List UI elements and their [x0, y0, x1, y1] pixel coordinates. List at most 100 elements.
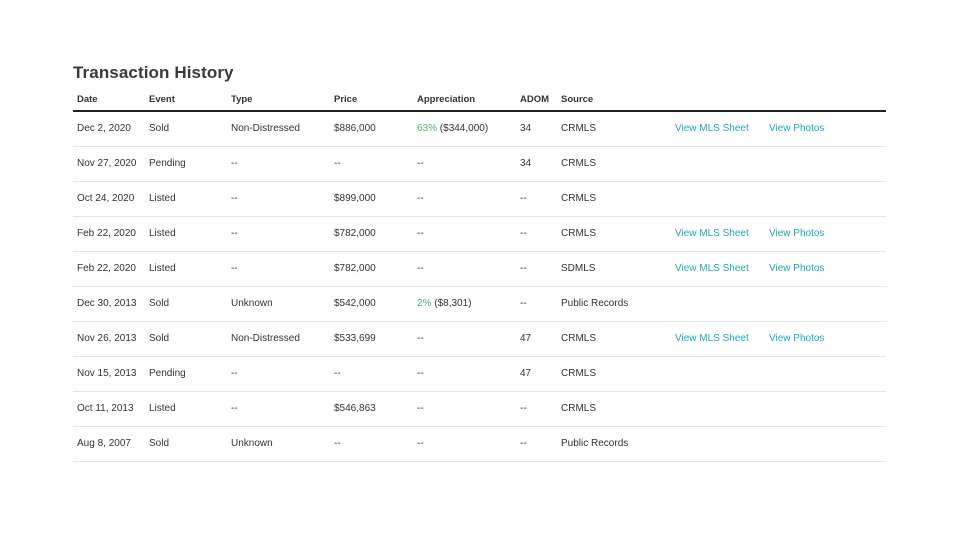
cell-date: Nov 27, 2020: [77, 158, 137, 169]
appreciation-amount: --: [417, 158, 424, 169]
view-photos-link[interactable]: View Photos: [769, 217, 824, 251]
cell-source: CRMLS: [561, 123, 597, 134]
appreciation-amount: --: [417, 263, 424, 274]
view-mls-sheet-link[interactable]: View MLS Sheet: [675, 322, 749, 356]
cell-adom: --: [520, 193, 527, 204]
cell-adom: --: [520, 403, 527, 414]
column-header-event[interactable]: Event: [149, 94, 175, 105]
appreciation-amount: ($8,301): [434, 298, 472, 309]
cell-price: $886,000: [334, 123, 376, 134]
appreciation-amount: ($344,000): [439, 123, 489, 134]
cell-source: Public Records: [561, 438, 629, 449]
cell-price: --: [334, 438, 341, 449]
cell-adom: 47: [520, 333, 532, 344]
cell-source: CRMLS: [561, 368, 597, 379]
cell-type: --: [231, 368, 238, 379]
cell-adom: --: [520, 438, 527, 449]
cell-event: Listed: [149, 263, 176, 274]
cell-source: SDMLS: [561, 263, 596, 274]
cell-appreciation: --: [417, 217, 424, 251]
table-row: Dec 30, 2013 Sold Unknown $542,000 2% ($…: [73, 287, 886, 322]
cell-date: Dec 2, 2020: [77, 123, 131, 134]
view-photos-link[interactable]: View Photos: [769, 112, 824, 146]
column-header-appreciation[interactable]: Appreciation: [417, 94, 475, 105]
column-header-adom[interactable]: ADOM: [520, 94, 549, 105]
table-row: Nov 15, 2013 Pending -- -- -- 47 CRMLS: [73, 357, 886, 392]
cell-type: Non-Distressed: [231, 333, 300, 344]
table-row: Feb 22, 2020 Listed -- $782,000 -- -- SD…: [73, 252, 886, 287]
cell-type: --: [231, 158, 238, 169]
column-header-price[interactable]: Price: [334, 94, 357, 105]
transaction-history-table: Date Event Type Price Appreciation ADOM …: [73, 90, 886, 462]
cell-date: Dec 30, 2013: [77, 298, 137, 309]
cell-price: $546,863: [334, 403, 376, 414]
view-mls-sheet-link[interactable]: View MLS Sheet: [675, 252, 749, 286]
cell-date: Nov 15, 2013: [77, 368, 137, 379]
cell-date: Feb 22, 2020: [77, 228, 136, 239]
table-row: Oct 24, 2020 Listed -- $899,000 -- -- CR…: [73, 182, 886, 217]
cell-source: CRMLS: [561, 403, 597, 414]
appreciation-amount: --: [417, 193, 424, 204]
appreciation-amount: --: [417, 333, 424, 344]
cell-price: $899,000: [334, 193, 376, 204]
cell-appreciation: --: [417, 322, 424, 356]
column-header-date[interactable]: Date: [77, 94, 98, 105]
cell-price: $782,000: [334, 228, 376, 239]
cell-event: Listed: [149, 403, 176, 414]
table-row: Dec 2, 2020 Sold Non-Distressed $886,000…: [73, 112, 886, 147]
appreciation-amount: --: [417, 228, 424, 239]
cell-appreciation: --: [417, 147, 424, 181]
view-photos-link[interactable]: View Photos: [769, 252, 824, 286]
cell-date: Nov 26, 2013: [77, 333, 137, 344]
column-header-type[interactable]: Type: [231, 94, 252, 105]
cell-source: CRMLS: [561, 333, 597, 344]
cell-type: --: [231, 193, 238, 204]
cell-appreciation: 63% ($344,000): [417, 112, 488, 146]
appreciation-amount: --: [417, 403, 424, 414]
cell-appreciation: 2% ($8,301): [417, 287, 471, 321]
table-row: Nov 27, 2020 Pending -- -- -- 34 CRMLS: [73, 147, 886, 182]
cell-price: --: [334, 368, 341, 379]
table-header: Date Event Type Price Appreciation ADOM …: [73, 90, 886, 112]
cell-date: Aug 8, 2007: [77, 438, 131, 449]
view-photos-link[interactable]: View Photos: [769, 322, 824, 356]
cell-type: Unknown: [231, 298, 273, 309]
cell-event: Pending: [149, 158, 186, 169]
view-mls-sheet-link[interactable]: View MLS Sheet: [675, 112, 749, 146]
cell-adom: 34: [520, 158, 532, 169]
cell-price: $782,000: [334, 263, 376, 274]
cell-appreciation: --: [417, 392, 424, 426]
cell-adom: --: [520, 228, 527, 239]
cell-event: Sold: [149, 438, 170, 449]
cell-date: Feb 22, 2020: [77, 263, 136, 274]
cell-adom: 47: [520, 368, 532, 379]
cell-price: $542,000: [334, 298, 376, 309]
page-title: Transaction History: [73, 63, 234, 82]
cell-event: Sold: [149, 123, 170, 134]
appreciation-amount: --: [417, 368, 424, 379]
cell-event: Pending: [149, 368, 186, 379]
cell-type: Non-Distressed: [231, 123, 300, 134]
cell-date: Oct 24, 2020: [77, 193, 135, 204]
cell-adom: --: [520, 263, 527, 274]
cell-type: Unknown: [231, 438, 273, 449]
appreciation-percent: 63%: [417, 123, 438, 134]
cell-adom: 34: [520, 123, 532, 134]
cell-appreciation: --: [417, 357, 424, 391]
cell-event: Sold: [149, 298, 170, 309]
cell-appreciation: --: [417, 182, 424, 216]
appreciation-amount: --: [417, 438, 424, 449]
cell-source: Public Records: [561, 298, 629, 309]
appreciation-percent: 2%: [417, 298, 432, 309]
cell-source: CRMLS: [561, 193, 597, 204]
cell-type: --: [231, 228, 238, 239]
cell-adom: --: [520, 298, 527, 309]
cell-date: Oct 11, 2013: [77, 403, 134, 414]
cell-price: --: [334, 158, 341, 169]
column-header-source[interactable]: Source: [561, 94, 593, 105]
view-mls-sheet-link[interactable]: View MLS Sheet: [675, 217, 749, 251]
cell-appreciation: --: [417, 252, 424, 286]
cell-price: $533,699: [334, 333, 376, 344]
cell-source: CRMLS: [561, 228, 597, 239]
cell-appreciation: --: [417, 427, 424, 461]
